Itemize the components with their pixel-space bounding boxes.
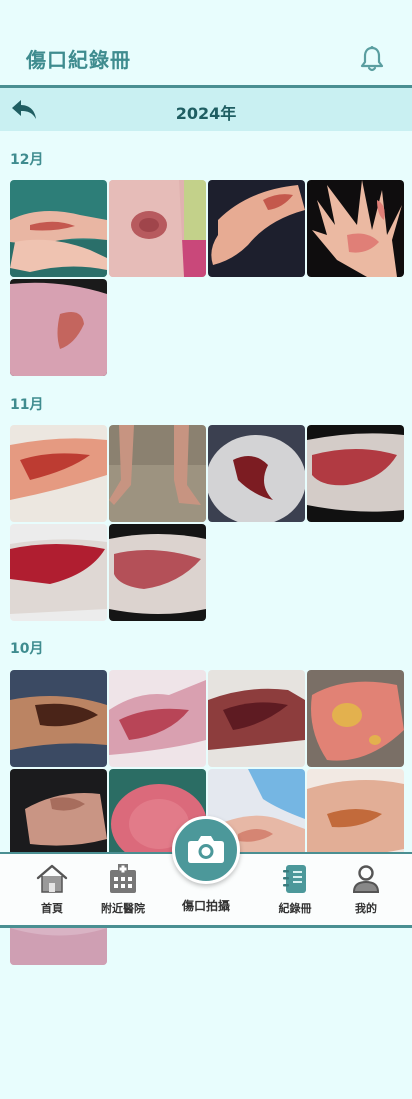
month-label-10: 10月: [10, 641, 44, 657]
wound-photo[interactable]: [109, 670, 206, 767]
nav-nearby-hospitals[interactable]: 附近醫院: [96, 864, 150, 924]
wound-photo[interactable]: [208, 670, 305, 767]
wound-photo[interactable]: [10, 524, 107, 621]
wound-photo[interactable]: [307, 425, 404, 522]
nav-home[interactable]: 首頁: [28, 864, 76, 924]
nav-records-label: 紀錄冊: [278, 902, 312, 915]
app-header: 傷口紀錄冊: [0, 0, 412, 88]
month-label-12: 12月: [10, 152, 44, 168]
bell-icon[interactable]: [358, 45, 386, 73]
year-title: 2024年: [175, 104, 237, 123]
wound-photo[interactable]: [208, 180, 305, 277]
wound-photo[interactable]: [10, 279, 107, 376]
wound-photo[interactable]: [307, 180, 404, 277]
wound-photo[interactable]: [10, 670, 107, 767]
capture-wound-label[interactable]: 傷口拍攝: [156, 897, 256, 914]
wound-photo[interactable]: [109, 425, 206, 522]
wound-photo[interactable]: [208, 425, 305, 522]
nav-profile-label: 我的: [355, 902, 377, 915]
wound-photo[interactable]: [10, 425, 107, 522]
app-title: 傷口紀錄冊: [26, 48, 131, 72]
nav-nearby-hospitals-label: 附近醫院: [101, 902, 145, 915]
nav-profile[interactable]: 我的: [346, 864, 386, 924]
notebook-icon: [283, 865, 306, 893]
home-icon: [36, 864, 68, 893]
nav-records[interactable]: 紀錄冊: [272, 864, 318, 924]
capture-wound-button[interactable]: [172, 816, 240, 884]
wound-photo[interactable]: [307, 670, 404, 767]
wound-photo[interactable]: [109, 180, 206, 277]
wound-photo[interactable]: [109, 524, 206, 621]
camera-icon: [188, 836, 224, 863]
wound-photo[interactable]: [10, 180, 107, 277]
year-bar: 2024年: [0, 88, 412, 131]
nav-home-label: 首頁: [41, 902, 63, 915]
hospital-icon: [110, 864, 136, 893]
month-label-11: 11月: [10, 397, 44, 413]
user-icon: [352, 865, 380, 893]
